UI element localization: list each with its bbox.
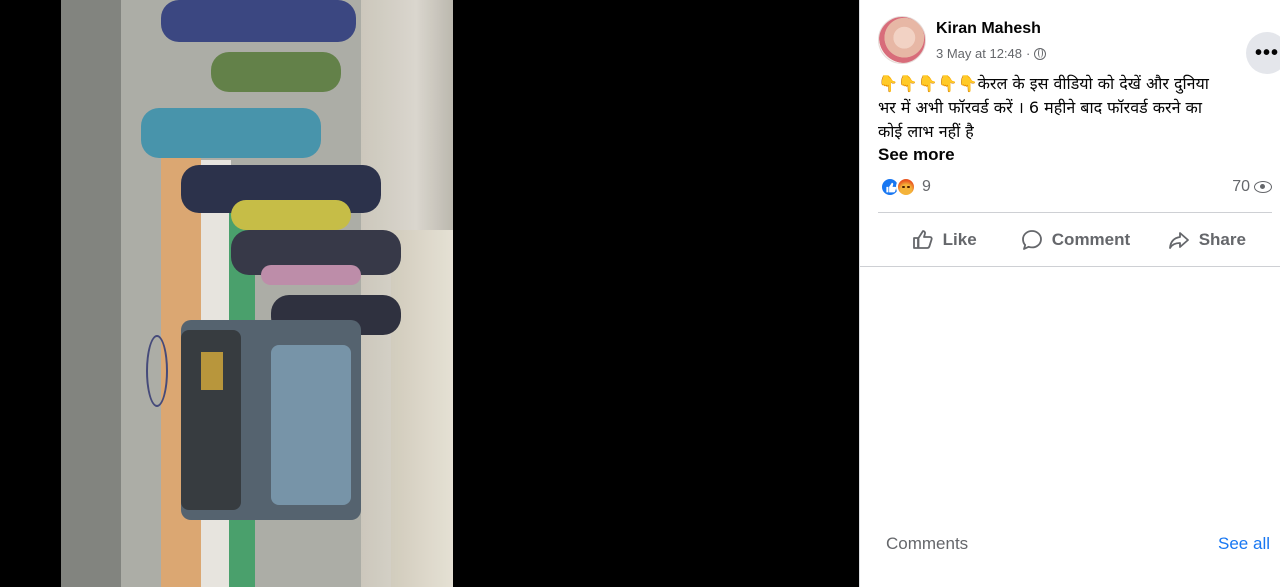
reactions-bar: 9 70: [878, 176, 1272, 198]
video-overlay: [61, 0, 453, 587]
divider: [860, 266, 1280, 267]
comment-button[interactable]: Comment: [1009, 216, 1140, 264]
share-label: Share: [1198, 230, 1246, 249]
post-text-line: कोई लाभ नहीं है: [878, 122, 974, 141]
thumbs-up-icon: [912, 230, 933, 249]
reaction-count[interactable]: 9: [922, 178, 931, 196]
eye-icon: [1254, 181, 1272, 193]
more-options-button[interactable]: •••: [1246, 32, 1280, 74]
views-number: 70: [1232, 178, 1250, 195]
post-timestamp[interactable]: 3 May at 12:48: [936, 46, 1022, 61]
comment-bubble-icon: [1021, 230, 1042, 250]
meta-separator: ·: [1026, 46, 1031, 61]
see-all-comments-link[interactable]: See all: [1218, 534, 1270, 554]
see-more-link[interactable]: See more: [878, 145, 955, 165]
avatar[interactable]: [878, 16, 926, 64]
like-button[interactable]: Like: [878, 216, 1009, 264]
post-actions: Like Comment Share: [878, 216, 1272, 264]
like-label: Like: [942, 230, 977, 249]
views-count: 70: [1232, 178, 1272, 196]
share-arrow-icon: [1168, 232, 1189, 249]
post-text-line: 👇👇👇👇👇केरल के इस वीडियो को देखें और दुनिय…: [878, 74, 1209, 93]
divider: [878, 212, 1272, 213]
globe-icon: [1034, 47, 1047, 60]
post-header: Kiran Mahesh 3 May at 12:48 · •••: [878, 14, 1280, 74]
author-name[interactable]: Kiran Mahesh: [936, 20, 1041, 38]
share-button[interactable]: Share: [1141, 216, 1272, 264]
comments-heading: Comments: [886, 534, 969, 553]
video-frame[interactable]: [61, 0, 453, 587]
comment-label: Comment: [1051, 230, 1131, 249]
angry-reaction-icon[interactable]: [896, 177, 916, 197]
post-text-line: भर में अभी फॉरवर्ड करें । 6 महीने बाद फॉ…: [878, 98, 1202, 117]
video-viewer[interactable]: [0, 0, 859, 587]
post-side-panel: Kiran Mahesh 3 May at 12:48 · ••• 👇👇👇👇👇क…: [859, 0, 1280, 587]
post-text: 👇👇👇👇👇केरल के इस वीडियो को देखें और दुनिय…: [878, 72, 1273, 144]
post-meta: 3 May at 12:48 ·: [936, 46, 1047, 61]
